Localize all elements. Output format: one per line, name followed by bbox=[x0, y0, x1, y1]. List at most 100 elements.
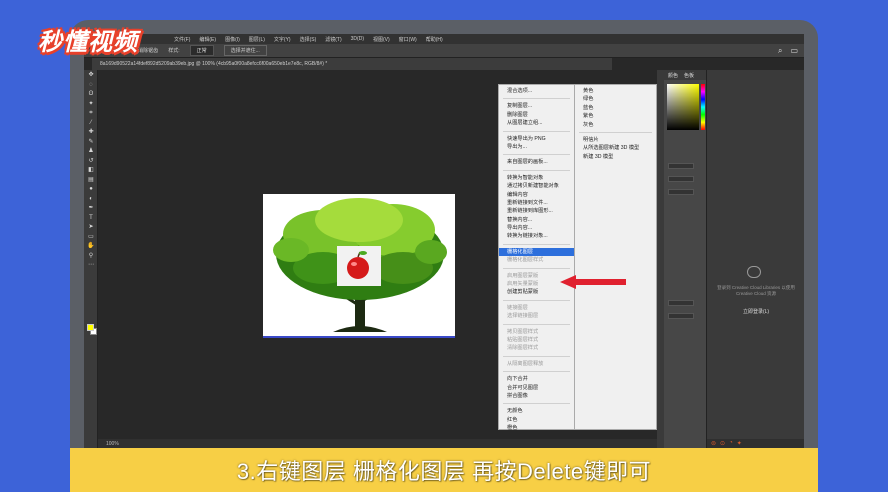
menu-separator bbox=[503, 353, 570, 357]
gradient-tool-icon[interactable]: ▤ bbox=[86, 176, 96, 184]
layer-property-field[interactable] bbox=[668, 163, 694, 169]
fill-field[interactable] bbox=[668, 313, 694, 319]
rasterize-layer-menu-item[interactable]: 栅格化图层 bbox=[499, 247, 574, 257]
search-icon[interactable]: ⌕ bbox=[778, 46, 782, 56]
layer-property-field[interactable] bbox=[668, 189, 694, 195]
submenu-item[interactable]: 蓝色 bbox=[575, 104, 656, 112]
context-menu-item[interactable]: 通过拷贝新建智能对象 bbox=[499, 182, 574, 190]
context-menu-item[interactable]: 删除图层 bbox=[499, 111, 574, 119]
libraries-panel: 登录到 Creative Cloud Libraries 以使用 Creativ… bbox=[706, 70, 804, 448]
context-menu-item[interactable]: 拼合图像 bbox=[499, 392, 574, 400]
pen-tool-icon[interactable]: ✒ bbox=[86, 204, 96, 212]
document-tab[interactable]: 8a169d90522a14fdef892d5209ab39eb.jpg @ 1… bbox=[92, 58, 612, 70]
context-menu-item[interactable]: 橙色 bbox=[499, 424, 574, 432]
style-label: 样式: bbox=[168, 48, 180, 54]
hue-slider[interactable] bbox=[701, 84, 705, 130]
marquee-tool-icon[interactable]: ◌ bbox=[86, 81, 96, 89]
submenu-item[interactable]: 黄色 bbox=[575, 87, 656, 95]
context-menu-item: 粘贴图层样式 bbox=[507, 336, 539, 343]
crop-tool-icon[interactable]: ⌗ bbox=[86, 109, 96, 117]
shape-tool-icon[interactable]: ▭ bbox=[86, 233, 96, 241]
context-menu-item[interactable]: 复制图层... bbox=[499, 102, 574, 110]
menu-item[interactable]: 窗口(W) bbox=[399, 36, 417, 43]
context-menu-item[interactable]: 创建剪贴蒙版 bbox=[499, 288, 574, 296]
opacity-field[interactable] bbox=[668, 300, 694, 306]
context-menu-item[interactable]: 转换为智能对象 bbox=[499, 174, 574, 182]
menu-item[interactable]: 滤镜(T) bbox=[325, 36, 341, 43]
foreground-color-swatch[interactable] bbox=[87, 324, 94, 331]
lasso-tool-icon[interactable]: ʘ bbox=[86, 90, 96, 98]
menu-item[interactable]: 图层(L) bbox=[249, 36, 265, 43]
context-menu-item[interactable]: 重新链接到文件... bbox=[499, 199, 574, 207]
menu-item[interactable]: 文件(F) bbox=[174, 36, 190, 43]
color-picker-field[interactable] bbox=[667, 84, 699, 130]
photoshop-window: 文件(F) 编辑(E) 图像(I) 图层(L) 文字(Y) 选择(S) 滤镜(T) 3D(D)… bbox=[84, 34, 804, 448]
context-menu-item[interactable]: 无颜色 bbox=[499, 407, 574, 415]
tray-icon[interactable]: ⊜ bbox=[711, 440, 716, 447]
move-tool-icon[interactable]: ✥ bbox=[86, 71, 96, 79]
menu-item[interactable]: 编辑(E) bbox=[199, 36, 216, 43]
context-menu-item[interactable]: 导出内容... bbox=[499, 224, 574, 232]
menu-item[interactable]: 帮助(H) bbox=[426, 36, 443, 43]
anti-alias-checkbox[interactable]: 消除锯齿 bbox=[138, 47, 158, 54]
path-select-icon[interactable]: ➤ bbox=[86, 223, 96, 231]
context-menu-item[interactable]: 转换为链接对象... bbox=[499, 232, 574, 240]
document-canvas[interactable] bbox=[263, 194, 455, 338]
context-menu-item[interactable]: 混合选项... bbox=[499, 87, 574, 95]
context-menu-item[interactable]: 从图层建立组... bbox=[499, 119, 574, 127]
eraser-tool-icon[interactable]: ◧ bbox=[86, 166, 96, 174]
sign-in-link[interactable]: 立即登录(L) bbox=[717, 308, 795, 315]
layer-property-field[interactable] bbox=[668, 176, 694, 182]
menu-separator bbox=[503, 297, 570, 301]
magic-wand-tool-icon[interactable]: ✦ bbox=[86, 100, 96, 108]
submenu-item[interactable]: 明信片 bbox=[575, 136, 656, 144]
context-menu-item: 清除图层样式 bbox=[507, 345, 539, 352]
submenu-item[interactable]: 从所选图层新建 3D 模型 bbox=[575, 144, 656, 152]
context-menu-item[interactable]: 红色 bbox=[499, 416, 574, 424]
tray-icon[interactable]: ⊙ bbox=[720, 440, 725, 447]
submenu-item[interactable]: 绿色 bbox=[575, 95, 656, 103]
menu-bar: 文件(F) 编辑(E) 图像(I) 图层(L) 文字(Y) 选择(S) 滤镜(T) 3D(D)… bbox=[84, 34, 804, 44]
cloud-icon bbox=[747, 266, 761, 278]
brush-tool-icon[interactable]: ✎ bbox=[86, 138, 96, 146]
context-menu-item[interactable]: 向下合并 bbox=[499, 375, 574, 383]
context-menu-item[interactable]: 替换内容... bbox=[499, 216, 574, 224]
color-panel: 颜色 色板 bbox=[664, 70, 706, 448]
libraries-message: 登录到 Creative Cloud Libraries 以使用 Creativ… bbox=[717, 285, 795, 296]
healing-tool-icon[interactable]: ✚ bbox=[86, 128, 96, 136]
history-brush-icon[interactable]: ↺ bbox=[86, 157, 96, 165]
tab-color[interactable]: 颜色 bbox=[668, 72, 678, 79]
menu-item[interactable]: 文字(Y) bbox=[274, 36, 291, 43]
context-menu-item[interactable]: 来自图层的画板... bbox=[499, 158, 574, 166]
context-menu-item[interactable]: 导出为... bbox=[499, 143, 574, 151]
status-bar: 100% bbox=[98, 439, 657, 448]
tray-icon[interactable]: ✦ bbox=[737, 440, 742, 447]
submenu-item[interactable]: 紫色 bbox=[575, 112, 656, 120]
eyedropper-tool-icon[interactable]: ⁄ bbox=[86, 119, 96, 127]
dodge-tool-icon[interactable]: ◐ bbox=[86, 195, 96, 203]
blur-tool-icon[interactable]: ● bbox=[86, 185, 96, 193]
style-select[interactable]: 正常 bbox=[189, 45, 214, 56]
context-menu-item[interactable]: 编辑内容 bbox=[499, 191, 574, 199]
tray-icon[interactable]: ◔ bbox=[729, 440, 733, 447]
menu-item[interactable]: 图像(I) bbox=[225, 36, 240, 43]
hand-tool-icon[interactable]: ✋ bbox=[86, 242, 96, 250]
workspace-icon[interactable]: ▭ bbox=[790, 46, 798, 56]
menu-item[interactable]: 视图(V) bbox=[373, 36, 390, 43]
menu-separator bbox=[503, 128, 570, 132]
menu-item[interactable]: 3D(D) bbox=[351, 36, 364, 42]
menu-item[interactable]: 选择(S) bbox=[300, 36, 317, 43]
tree-image bbox=[273, 198, 447, 332]
type-tool-icon[interactable]: T bbox=[86, 214, 96, 222]
more-tools-icon[interactable]: ⋯ bbox=[86, 261, 96, 269]
stamp-tool-icon[interactable]: ♟ bbox=[86, 147, 96, 155]
context-menu-item[interactable]: 重新链接到库图形... bbox=[499, 207, 574, 215]
menu-separator bbox=[503, 368, 570, 373]
context-menu-item[interactable]: 合并可见图层 bbox=[499, 384, 574, 392]
context-menu-item[interactable]: 快速导出为 PNG bbox=[499, 135, 574, 143]
submenu-item[interactable]: 新建 3D 模型 bbox=[575, 153, 656, 161]
tab-swatches[interactable]: 色板 bbox=[684, 72, 694, 79]
submenu-item[interactable]: 灰色 bbox=[575, 121, 656, 129]
zoom-tool-icon[interactable]: ⚲ bbox=[86, 252, 96, 260]
select-and-mask-button[interactable]: 选择并遮住... bbox=[223, 45, 267, 56]
